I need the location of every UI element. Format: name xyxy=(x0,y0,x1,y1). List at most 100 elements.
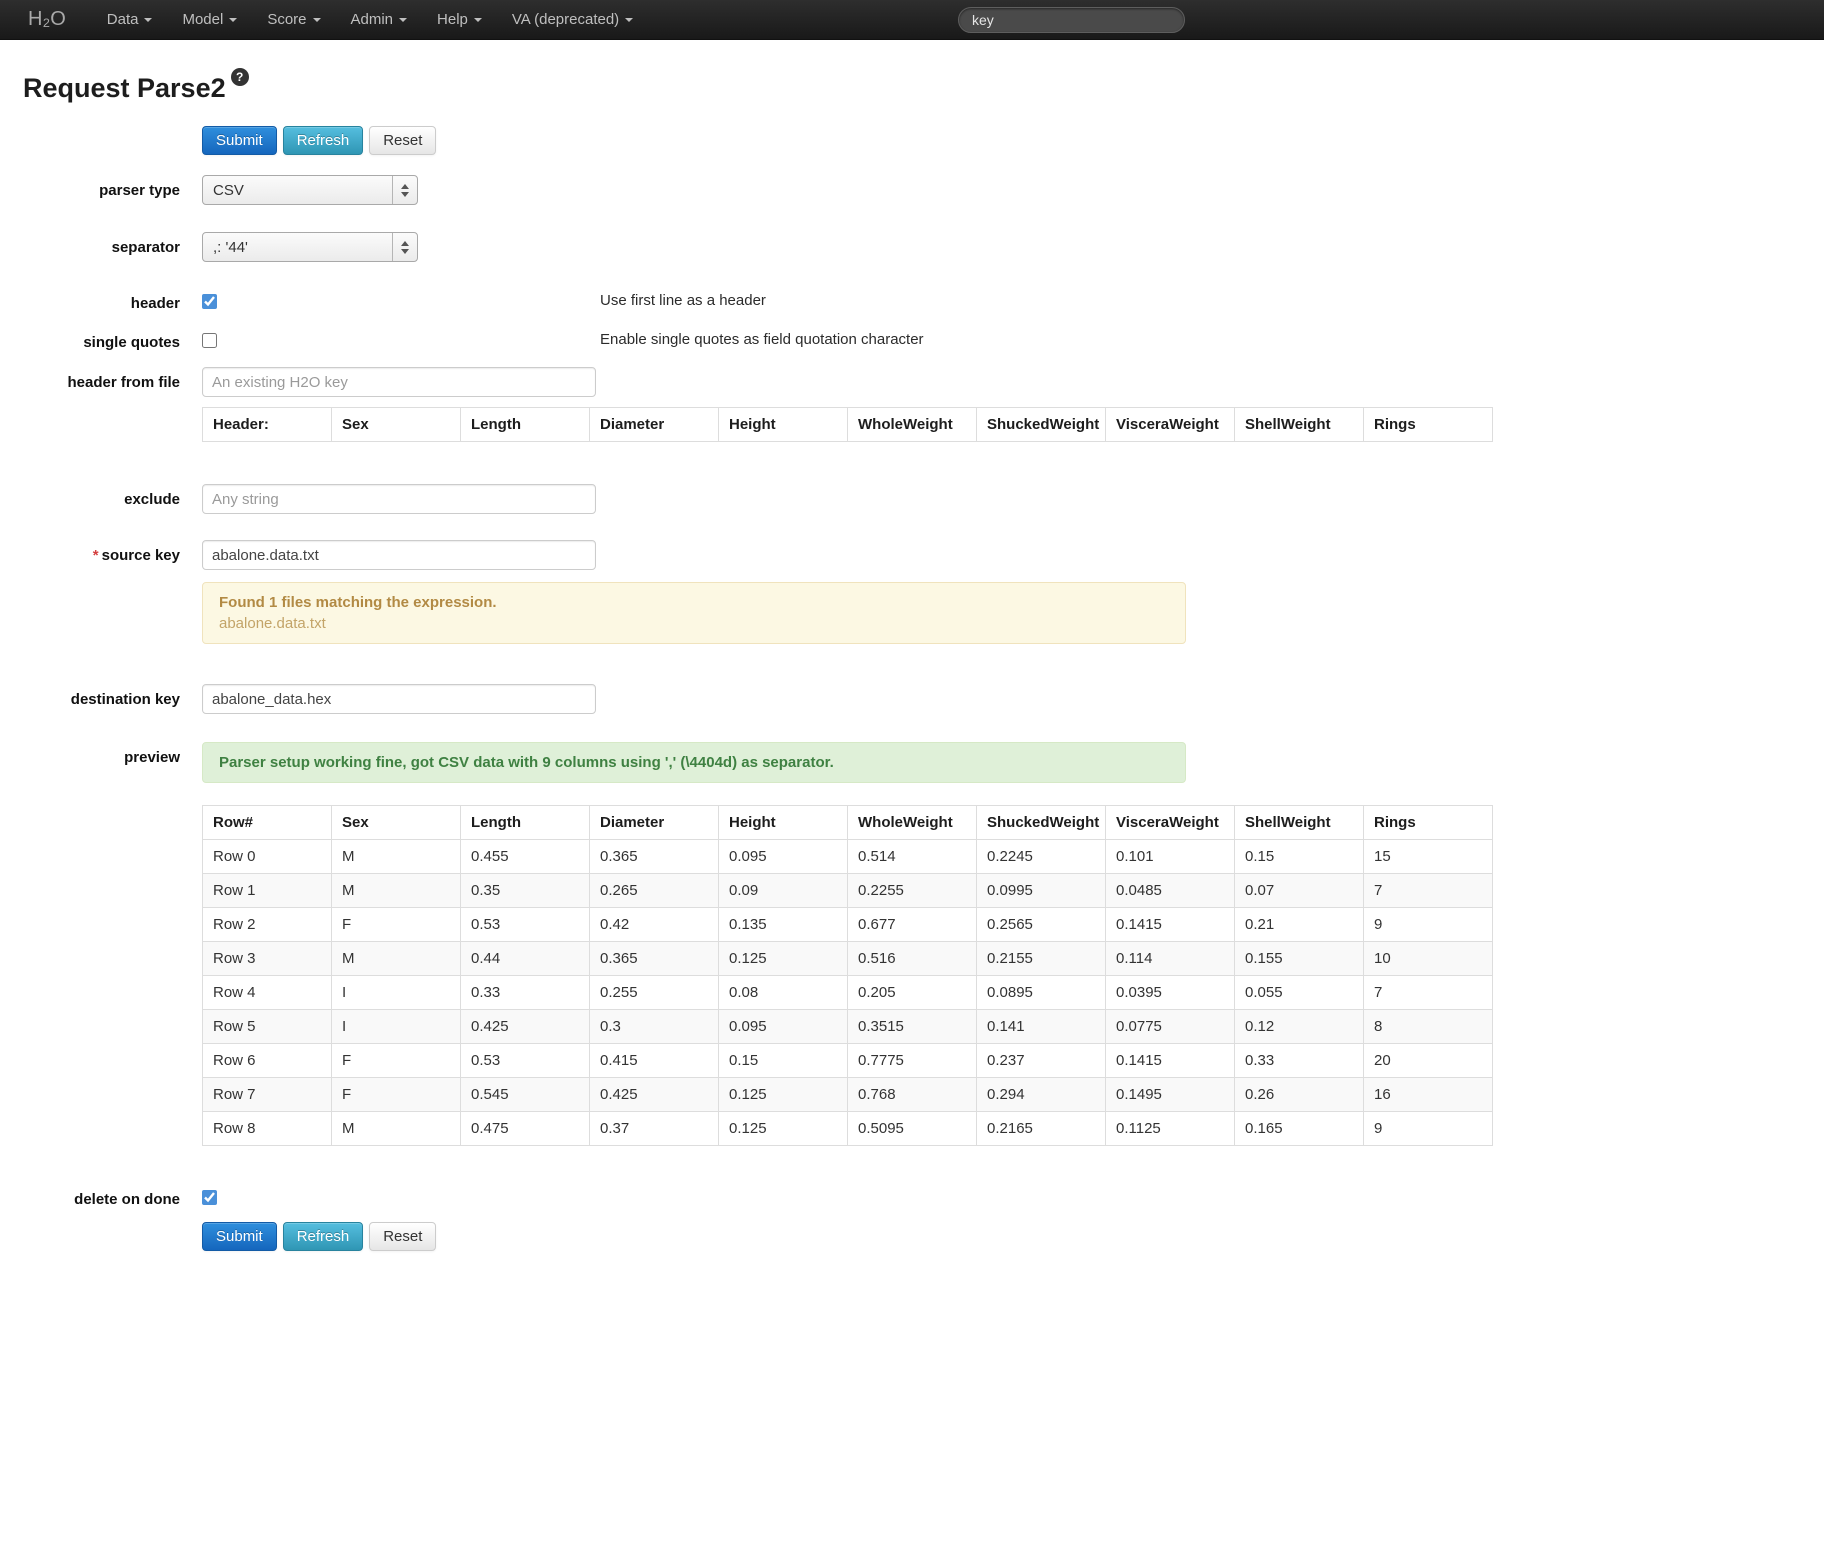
reset-button[interactable]: Reset xyxy=(369,126,436,155)
single-quotes-label: single quotes xyxy=(23,331,180,351)
destination-key-label: destination key xyxy=(23,684,180,708)
table-cell: 0.2565 xyxy=(977,908,1106,942)
single-quotes-checkbox[interactable] xyxy=(202,333,217,348)
table-cell: 0.365 xyxy=(590,840,719,874)
nav-item-label: Admin xyxy=(351,11,394,28)
refresh-button[interactable]: Refresh xyxy=(283,1222,364,1251)
table-cell: 10 xyxy=(1364,942,1493,976)
table-cell: 0.265 xyxy=(590,874,719,908)
help-badge-icon[interactable]: ? xyxy=(231,68,249,86)
header-row: header Use first line as a header xyxy=(23,292,1824,312)
table-cell: I xyxy=(332,1010,461,1044)
column-header: WholeWeight xyxy=(848,408,977,442)
table-cell: 0.055 xyxy=(1235,976,1364,1010)
table-cell: 0.44 xyxy=(461,942,590,976)
table-cell: 0.0895 xyxy=(977,976,1106,1010)
required-asterisk: * xyxy=(93,547,99,564)
nav-item-va-deprecated[interactable]: VA (deprecated) xyxy=(497,0,648,40)
table-cell: 0.21 xyxy=(1235,908,1364,942)
column-header: Height xyxy=(719,408,848,442)
column-header: Rings xyxy=(1364,806,1493,840)
submit-button[interactable]: Submit xyxy=(202,126,277,155)
destination-key-input[interactable] xyxy=(202,684,596,714)
table-cell: 0.0995 xyxy=(977,874,1106,908)
table-cell: F xyxy=(332,908,461,942)
column-header: Diameter xyxy=(590,408,719,442)
table-cell: 0.53 xyxy=(461,908,590,942)
page-title: Request Parse2 xyxy=(23,72,226,104)
table-cell: 0.33 xyxy=(1235,1044,1364,1078)
spacer xyxy=(23,407,180,414)
nav-item-model[interactable]: Model xyxy=(167,0,252,40)
table-cell: 0.125 xyxy=(719,1112,848,1146)
source-key-label-text: source key xyxy=(102,547,180,564)
spacer xyxy=(23,582,180,589)
chevron-down-icon xyxy=(399,18,407,22)
parser-type-select[interactable]: CSV xyxy=(202,175,418,205)
table-cell: Row 8 xyxy=(203,1112,332,1146)
table-cell: 0.095 xyxy=(719,1010,848,1044)
exclude-label: exclude xyxy=(23,484,180,508)
destination-key-row: destination key xyxy=(23,684,1824,714)
header-from-file-input[interactable] xyxy=(202,367,596,397)
table-row: Row 2F0.530.420.1350.6770.25650.14150.21… xyxy=(203,908,1493,942)
table-cell: 20 xyxy=(1364,1044,1493,1078)
table-cell: 0.2155 xyxy=(977,942,1106,976)
nav-item-admin[interactable]: Admin xyxy=(336,0,423,40)
table-cell: 7 xyxy=(1364,874,1493,908)
refresh-button[interactable]: Refresh xyxy=(283,126,364,155)
table-cell: 15 xyxy=(1364,840,1493,874)
single-quotes-description: Enable single quotes as field quotation … xyxy=(600,331,924,348)
table-cell: 0.425 xyxy=(590,1078,719,1112)
separator-value: ,: '44' xyxy=(213,239,248,256)
table-cell: 0.08 xyxy=(719,976,848,1010)
table-cell: 0.1495 xyxy=(1106,1078,1235,1112)
separator-label: separator xyxy=(23,232,180,256)
nav-item-data[interactable]: Data xyxy=(92,0,168,40)
nav-item-help[interactable]: Help xyxy=(422,0,497,40)
parser-type-row: parser type CSV xyxy=(23,175,1824,205)
delete-on-done-checkbox[interactable] xyxy=(202,1190,217,1205)
separator-select[interactable]: ,: '44' xyxy=(202,232,418,262)
table-cell: 0.425 xyxy=(461,1010,590,1044)
header-label: header xyxy=(23,292,180,312)
files-found-alert: Found 1 files matching the expression. a… xyxy=(202,582,1186,644)
column-header: Header: xyxy=(203,408,332,442)
table-row: Row 7F0.5450.4250.1250.7680.2940.14950.2… xyxy=(203,1078,1493,1112)
table-cell: 0.0395 xyxy=(1106,976,1235,1010)
column-header: ShuckedWeight xyxy=(977,806,1106,840)
main-content: Request Parse2? Submit Refresh Reset par… xyxy=(0,40,1824,1251)
nav-item-score[interactable]: Score xyxy=(252,0,335,40)
preview-label: preview xyxy=(23,742,180,766)
exclude-row: exclude xyxy=(23,484,1824,514)
column-header: Diameter xyxy=(590,806,719,840)
source-key-input[interactable] xyxy=(202,540,596,570)
delete-on-done-control xyxy=(202,1188,217,1205)
table-cell: 0.15 xyxy=(719,1044,848,1078)
h2o-logo[interactable]: H₂O xyxy=(28,8,66,31)
column-header: Row# xyxy=(203,806,332,840)
table-cell: 0.141 xyxy=(977,1010,1106,1044)
table-cell: Row 2 xyxy=(203,908,332,942)
header-checkbox[interactable] xyxy=(202,294,217,309)
table-cell: Row 1 xyxy=(203,874,332,908)
parser-status-alert: Parser setup working fine, got CSV data … xyxy=(202,742,1186,783)
table-cell: M xyxy=(332,840,461,874)
files-found-message: Found 1 files matching the expression. xyxy=(219,594,1169,611)
table-row: Row 8M0.4750.370.1250.50950.21650.11250.… xyxy=(203,1112,1493,1146)
table-cell: 0.2255 xyxy=(848,874,977,908)
reset-button[interactable]: Reset xyxy=(369,1222,436,1251)
nav-item-label: Help xyxy=(437,11,468,28)
table-cell: 0.26 xyxy=(1235,1078,1364,1112)
delete-on-done-row: delete on done xyxy=(23,1188,1824,1208)
table-cell: 8 xyxy=(1364,1010,1493,1044)
table-cell: Row 4 xyxy=(203,976,332,1010)
table-cell: M xyxy=(332,1112,461,1146)
search-input[interactable] xyxy=(958,7,1185,33)
table-header-row: Header:SexLengthDiameterHeightWholeWeigh… xyxy=(203,408,1493,442)
table-cell: 0.3515 xyxy=(848,1010,977,1044)
table-cell: 0.475 xyxy=(461,1112,590,1146)
submit-button[interactable]: Submit xyxy=(202,1222,277,1251)
exclude-input[interactable] xyxy=(202,484,596,514)
table-cell: 0.2165 xyxy=(977,1112,1106,1146)
